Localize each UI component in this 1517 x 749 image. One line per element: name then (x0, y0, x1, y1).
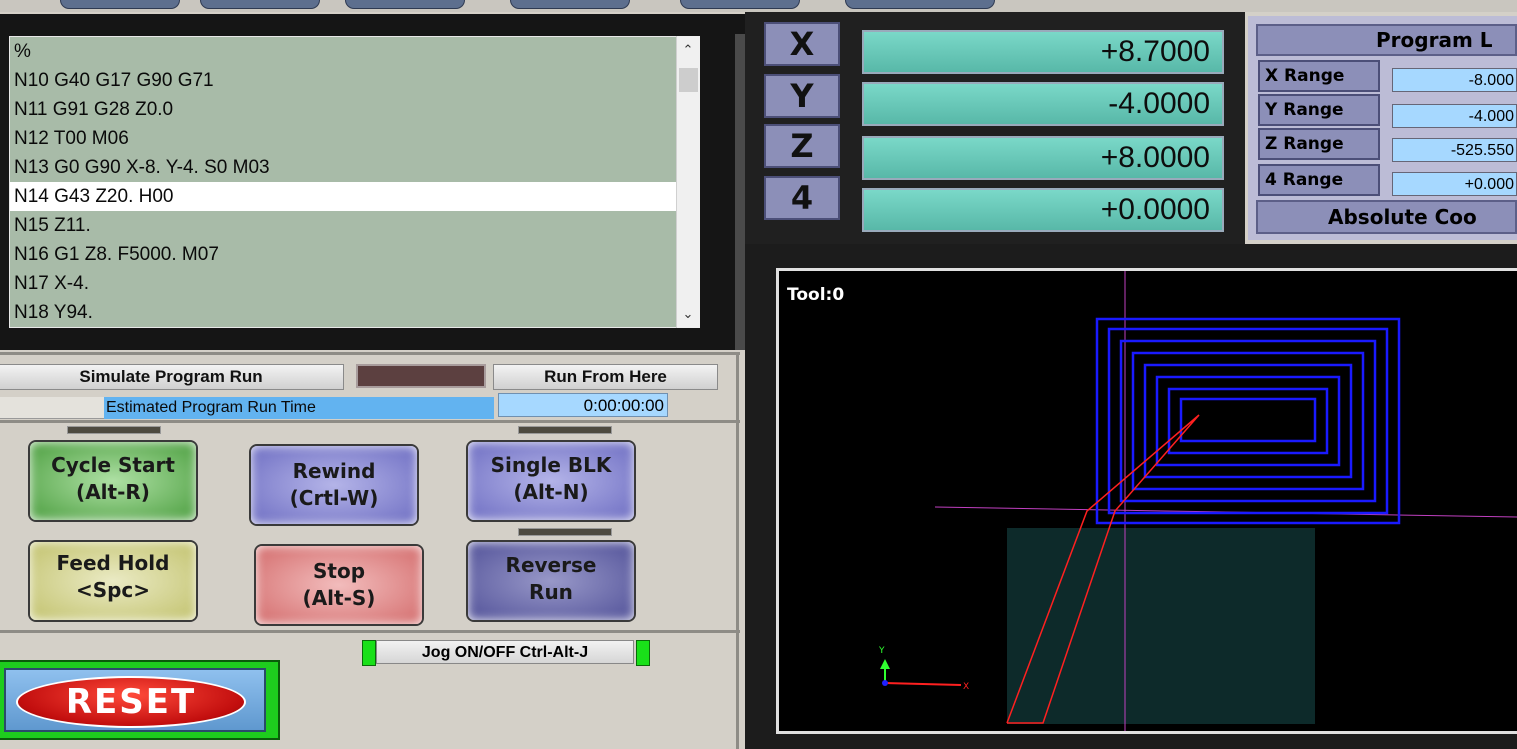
toolpath-spiral (1095, 317, 1401, 525)
x-range-value: -8.000 (1392, 68, 1517, 92)
cycle-start-button[interactable]: Cycle Start (Alt-R) (30, 442, 196, 520)
rewind-button[interactable]: Rewind (Crtl-W) (251, 446, 417, 524)
reset-button-label[interactable]: RESET (16, 676, 246, 728)
screen-tab[interactable] (60, 0, 180, 9)
divider (0, 420, 740, 423)
single-block-label: Single BLK (490, 453, 612, 477)
divider (0, 630, 740, 633)
axis-x-dro[interactable]: +8.7000 (862, 30, 1224, 74)
gcode-line[interactable]: N16 G1 Z8. F5000. M07 (10, 240, 699, 269)
coordinate-mode-label: Absolute Coo (1256, 200, 1517, 234)
estimated-run-time-value: 0:00:00:00 (498, 393, 668, 417)
jog-toggle-button[interactable]: Jog ON/OFF Ctrl-Alt-J (376, 640, 634, 664)
gcode-line[interactable]: N11 G91 G28 Z0.0 (10, 95, 699, 124)
axis-4-label[interactable]: 4 (764, 176, 840, 220)
screen-tab[interactable] (845, 0, 995, 9)
gcode-scrollbar[interactable]: ⌃ ⌄ (676, 36, 700, 328)
gcode-line-current[interactable]: N14 G43 Z20. H00 (10, 182, 699, 211)
divider (0, 352, 740, 355)
program-limits-title: Program L (1256, 24, 1517, 56)
single-block-button[interactable]: Single BLK (Alt-N) (468, 442, 634, 520)
reset-led-frame: RESET (0, 660, 280, 740)
gcode-listing[interactable]: % N10 G40 G17 G90 G71 N11 G91 G28 Z0.0 N… (9, 36, 700, 328)
rewind-shortcut: (Crtl-W) (289, 486, 379, 510)
time-left-strip (0, 397, 104, 419)
cycle-start-label: Cycle Start (51, 453, 175, 477)
z-range-value: -525.550 (1392, 138, 1517, 162)
triad-y-arrow (880, 659, 890, 669)
axis-triad: Y X (878, 646, 969, 692)
gcode-line[interactable]: % (10, 37, 699, 66)
run-from-here-button[interactable]: Run From Here (493, 364, 718, 390)
gcode-line[interactable]: N13 G0 G90 X-8. Y-4. S0 M03 (10, 153, 699, 182)
stop-label: Stop (312, 559, 366, 583)
scroll-up-icon[interactable]: ⌃ (677, 38, 699, 62)
gcode-line[interactable]: N10 G40 G17 G90 G71 (10, 66, 699, 95)
gcode-line[interactable]: N18 Y94. (10, 298, 699, 327)
estimated-run-time-label: Estimated Program Run Time (104, 397, 494, 419)
gcode-line[interactable]: N12 T00 M06 (10, 124, 699, 153)
screen-tab[interactable] (345, 0, 465, 9)
screen-tab[interactable] (200, 0, 320, 9)
jog-led-right (636, 640, 650, 666)
axis-z-dro[interactable]: +8.0000 (862, 136, 1224, 180)
reverse-run-button[interactable]: Reverse Run (468, 542, 634, 620)
stop-button[interactable]: Stop (Alt-S) (256, 546, 422, 624)
scrollbar-thumb[interactable] (679, 68, 698, 92)
feed-hold-shortcut: <Spc> (75, 578, 151, 602)
reset-button[interactable]: RESET (4, 668, 266, 732)
feed-hold-label: Feed Hold (56, 551, 170, 575)
toolpath-display[interactable]: Tool:0 Y X (776, 268, 1517, 734)
toolpath-loop (1107, 327, 1389, 515)
single-block-shortcut: (Alt-N) (513, 480, 589, 504)
screen-tab[interactable] (510, 0, 630, 9)
y-range-label: Y Range (1258, 94, 1380, 126)
scroll-down-icon[interactable]: ⌄ (677, 302, 699, 326)
a-range-label: 4 Range (1258, 164, 1380, 196)
toolpath-loop (1095, 317, 1401, 525)
toolpath-loop (1179, 397, 1317, 443)
rewind-label: Rewind (292, 459, 376, 483)
x-range-label: X Range (1258, 60, 1380, 92)
toolpath-canvas: Y X (878, 271, 1517, 731)
stop-shortcut: (Alt-S) (302, 586, 376, 610)
triad-x-axis (884, 682, 962, 686)
toolpath-loop (1131, 351, 1365, 491)
y-range-value: -4.000 (1392, 104, 1517, 128)
reverse-run-led (518, 528, 612, 536)
cycle-start-led (67, 426, 161, 434)
triad-x-label: X (963, 682, 969, 692)
z-range-label: Z Range (1258, 128, 1380, 160)
axis-y-label[interactable]: Y (764, 74, 840, 118)
simulate-led (356, 364, 486, 388)
axis-x-label[interactable]: X (764, 22, 840, 66)
triad-y-label: Y (878, 646, 885, 656)
triad-origin (882, 680, 888, 686)
single-block-led (518, 426, 612, 434)
gcode-line[interactable]: N17 X-4. (10, 269, 699, 298)
reverse-run-label-2: Run (529, 580, 573, 604)
feed-hold-button[interactable]: Feed Hold <Spc> (30, 542, 196, 620)
simulate-program-run-button[interactable]: Simulate Program Run (0, 364, 344, 390)
screen-tab[interactable] (680, 0, 800, 9)
axis-4-dro[interactable]: +0.0000 (862, 188, 1224, 232)
reverse-run-label: Reverse (505, 553, 597, 577)
cycle-start-shortcut: (Alt-R) (76, 480, 150, 504)
toolpath-loop (1143, 363, 1353, 479)
axis-z-label[interactable]: Z (764, 124, 840, 168)
axis-y-dro[interactable]: -4.0000 (862, 82, 1224, 126)
gcode-line[interactable]: N15 Z11. (10, 211, 699, 240)
divider (736, 352, 739, 749)
jog-led-left (362, 640, 376, 666)
a-range-value: +0.000 (1392, 172, 1517, 196)
